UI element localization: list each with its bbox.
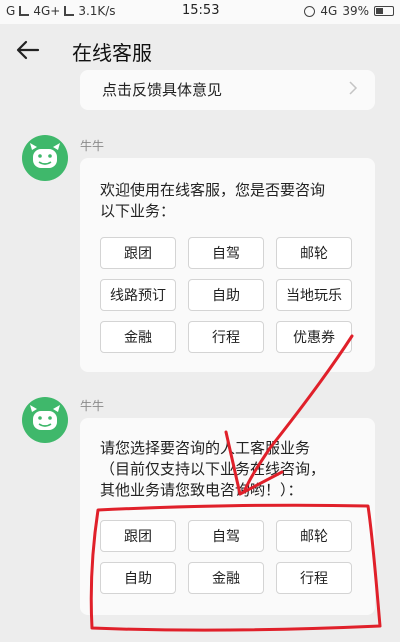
option-button[interactable]: 金融 xyxy=(188,562,264,594)
option-button[interactable]: 邮轮 xyxy=(276,520,352,552)
alarm-icon xyxy=(304,5,316,17)
chevron-right-icon xyxy=(349,81,358,95)
status-right: 4G 39% xyxy=(304,4,394,18)
feedback-label: 点击反馈具体意见 xyxy=(102,81,223,99)
network-label: 4G+ xyxy=(33,4,61,18)
message-text: 请您选择要咨询的人工客服业务 （目前仅支持以下业务在线咨询， 其他业务请您致电咨… xyxy=(100,439,326,499)
status-left: G 4G+ 3.1K/s xyxy=(6,4,116,18)
option-button[interactable]: 邮轮 xyxy=(276,237,352,269)
sender-name: 牛牛 xyxy=(80,139,105,153)
message-text: 欢迎使用在线客服，您是否要咨询 以下业务： xyxy=(100,181,326,220)
feedback-card[interactable]: 点击反馈具体意见 xyxy=(80,70,375,110)
option-button[interactable]: 优惠券 xyxy=(276,321,352,353)
cow-mascot-icon xyxy=(30,405,60,430)
page-title: 在线客服 xyxy=(72,41,152,65)
bot-avatar[interactable] xyxy=(22,397,68,443)
battery-icon xyxy=(374,6,394,16)
status-bar: G 4G+ 3.1K/s 15:53 4G 39% xyxy=(0,0,400,24)
message-bubble: 请您选择要咨询的人工客服业务 （目前仅支持以下业务在线咨询， 其他业务请您致电咨… xyxy=(80,418,375,615)
bot-avatar[interactable] xyxy=(22,135,68,181)
option-button[interactable]: 跟团 xyxy=(100,237,176,269)
clock: 15:53 xyxy=(182,3,220,18)
carrier-label: G xyxy=(6,4,16,18)
option-button[interactable]: 线路预订 xyxy=(100,279,176,311)
cow-mascot-icon xyxy=(30,143,60,168)
signal-icon xyxy=(64,6,75,16)
nav-bar: 在线客服 xyxy=(0,24,400,76)
back-button[interactable] xyxy=(14,36,42,64)
option-button[interactable]: 跟团 xyxy=(100,520,176,552)
option-button[interactable]: 自驾 xyxy=(188,520,264,552)
network-right-label: 4G xyxy=(320,4,338,18)
message-bubble: 欢迎使用在线客服，您是否要咨询 以下业务： 跟团 自驾 邮轮 线路预订 自助 当… xyxy=(80,158,375,372)
option-button[interactable]: 自助 xyxy=(100,562,176,594)
option-button[interactable]: 行程 xyxy=(276,562,352,594)
signal-icon xyxy=(19,6,30,16)
arrow-left-icon xyxy=(16,40,40,60)
option-button[interactable]: 当地玩乐 xyxy=(276,279,352,311)
battery-label: 39% xyxy=(342,4,369,18)
option-button[interactable]: 行程 xyxy=(188,321,264,353)
option-button[interactable]: 自驾 xyxy=(188,237,264,269)
option-button[interactable]: 自助 xyxy=(188,279,264,311)
sender-name: 牛牛 xyxy=(80,399,105,413)
speed-label: 3.1K/s xyxy=(78,4,116,18)
option-button[interactable]: 金融 xyxy=(100,321,176,353)
